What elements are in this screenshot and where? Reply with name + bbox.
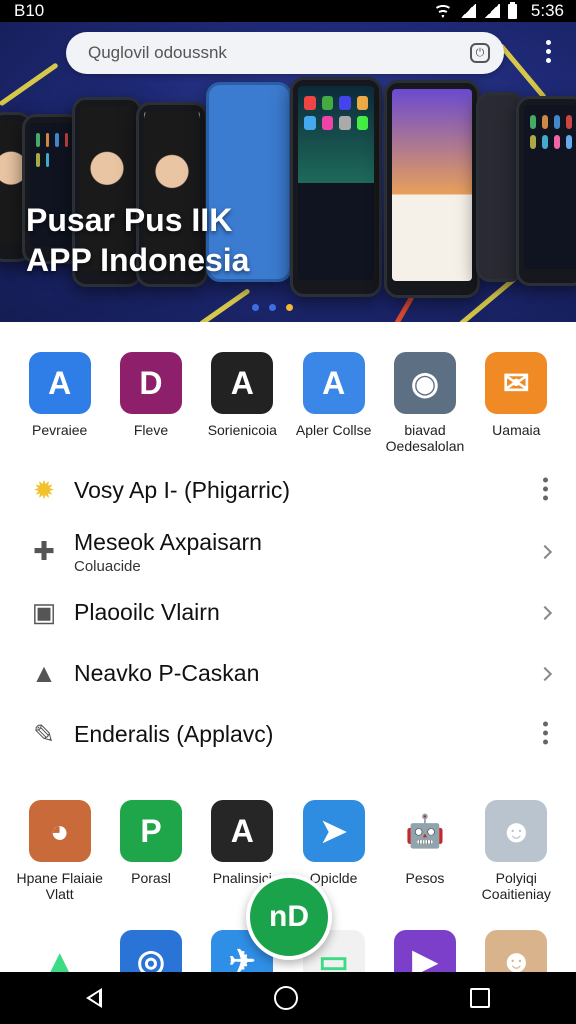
list-item-text: Neavko P-Caskan <box>74 660 259 687</box>
fab-button[interactable]: nD <box>246 874 332 960</box>
android-app-icon[interactable]: 🤖 <box>393 800 456 862</box>
app-tile[interactable]: A Apler Collse <box>288 352 379 454</box>
app-tile[interactable]: A Sorienicoia <box>197 352 288 454</box>
mic-icon[interactable]: ⏻ <box>470 43 490 63</box>
signal-icon-2 <box>483 4 500 18</box>
app-tile[interactable]: P Porasl <box>105 800 196 902</box>
status-time-left: B10 <box>14 1 45 20</box>
sun-icon: ✹ <box>33 475 55 505</box>
list-item[interactable]: ✚ Meseok Axpaisarn Coluacide <box>0 521 576 582</box>
d-app-icon[interactable]: D <box>119 352 182 414</box>
send-app-icon[interactable]: ➤ <box>302 800 365 862</box>
app-tile[interactable]: D Fleve <box>105 352 196 454</box>
battery-icon <box>507 1 517 19</box>
app-label: Uamaia <box>492 422 541 438</box>
app-tile[interactable]: ◉ biavad Oedesalolan <box>379 352 470 454</box>
phone-image <box>384 80 480 298</box>
app-tile[interactable]: A Pevraiee <box>14 352 105 454</box>
list-item-title: Neavko P-Caskan <box>74 660 260 686</box>
app-tile[interactable]: 🤖 Pesos <box>379 800 470 902</box>
featured-apps-row: A Pevraiee D Fleve A Sorienicoia A Apler Collse… <box>0 352 576 454</box>
puzzle-icon: ✚ <box>33 536 55 566</box>
recents-icon[interactable] <box>470 988 490 1008</box>
status-icons: 5:36 <box>433 1 564 21</box>
hero-banner[interactable]: Quglovil odoussnk ⏻ Pusar Pus IIK APP In… <box>0 22 576 322</box>
warning-icon: ▲ <box>31 658 57 688</box>
triangle-app-icon[interactable]: A <box>211 352 274 414</box>
phone-image <box>516 96 576 286</box>
app-tile[interactable]: ✉ Uamaia <box>471 352 562 454</box>
app-store-screen: B10 5:36 Quglovil odoussnk ⏻ Pusar Pus I… <box>0 0 576 1024</box>
signal-icon <box>459 4 476 18</box>
app-label: Hpane Flaiaie Vlatt <box>16 870 103 902</box>
carousel-dot <box>269 304 276 311</box>
list-item-title: Plaooilc Vlairn <box>74 599 220 625</box>
banner-title: Pusar Pus IIK APP Indonesia <box>26 200 249 280</box>
banner-streak <box>198 288 251 322</box>
more-vert-icon[interactable] <box>542 477 548 504</box>
app-label: Pevraiee <box>32 422 88 438</box>
chevron-right-icon[interactable] <box>537 666 553 681</box>
banner-title-line2: APP Indonesia <box>26 242 250 278</box>
chevron-right-icon[interactable] <box>537 544 553 559</box>
back-icon[interactable] <box>86 988 102 1008</box>
list-item[interactable]: ▲ Neavko P-Caskan <box>0 643 576 704</box>
app-label: Fleve <box>133 422 169 438</box>
square-icon: ▣ <box>31 597 57 627</box>
list-item[interactable]: ✹ Vosy Ap I- (Phigarric) <box>0 460 576 521</box>
phone-image <box>290 77 382 297</box>
app-label: Pesos <box>405 870 445 886</box>
prism-app-icon[interactable]: A <box>211 800 274 862</box>
edit-icon: ✎ <box>33 719 55 749</box>
figure-app-icon[interactable]: ◉ <box>393 352 456 414</box>
banner-title-line1: Pusar Pus IIK <box>26 202 233 238</box>
carousel-dots <box>252 304 293 311</box>
status-time-right: 5:36 <box>530 1 564 20</box>
list-item-text: Vosy Ap I- (Phigarric) <box>74 477 290 504</box>
more-vert-icon[interactable] <box>542 721 548 748</box>
app-label: biavad Oedesalolan <box>385 422 465 454</box>
app-label: Apler Collse <box>295 422 372 438</box>
carousel-dot <box>252 304 259 311</box>
list-item-subtitle: Coluacide <box>74 557 141 575</box>
wifi-icon <box>433 4 452 18</box>
list-item-title: Vosy Ap I- (Phigarric) <box>74 477 291 503</box>
list-item-text: Enderalis (Applavc) <box>74 721 273 748</box>
p-app-icon[interactable]: P <box>119 800 182 862</box>
app-tile[interactable]: ☻ Polyiqi Coaitieniay <box>471 800 562 902</box>
person-app-icon[interactable]: ☻ <box>485 800 548 862</box>
list-item[interactable]: ✎ Enderalis (Applavc) <box>0 704 576 765</box>
list-item-text: Meseok Axpaisarn Coluacide <box>74 529 262 575</box>
list-item-title: Enderalis (Applavc) <box>74 721 274 747</box>
app-tile[interactable]: ◕ Hpane Flaiaie Vlatt <box>14 800 105 902</box>
list-item-text: Plaooilc Vlairn <box>74 599 220 626</box>
app-label: Sorienicoia <box>207 422 277 438</box>
search-input[interactable]: Quglovil odoussnk <box>88 43 470 63</box>
envelope-app-icon[interactable]: ✉ <box>485 352 548 414</box>
a-app-icon[interactable]: A <box>302 352 365 414</box>
owl-app-icon[interactable]: ◕ <box>28 800 91 862</box>
app-label: Porasl <box>131 870 171 886</box>
list-item[interactable]: ▣ Plaooilc Vlairn <box>0 582 576 643</box>
app-label: Polyiqi Coaitieniay <box>481 870 551 902</box>
category-list: ✹ Vosy Ap I- (Phigarric) ✚ Meseok Axpaisarn… <box>0 460 576 765</box>
chevron-right-icon[interactable] <box>537 605 553 620</box>
overflow-menu-icon[interactable] <box>544 40 552 67</box>
banner-streak <box>0 62 59 107</box>
home-icon[interactable] <box>274 986 298 1010</box>
list-item-title: Meseok Axpaisarn <box>74 528 262 555</box>
status-bar: B10 5:36 <box>0 0 576 22</box>
carousel-dot <box>286 304 293 311</box>
navigation-bar <box>0 972 576 1024</box>
arrow-app-icon[interactable]: A <box>28 352 91 414</box>
search-bar[interactable]: Quglovil odoussnk ⏻ <box>66 32 504 74</box>
